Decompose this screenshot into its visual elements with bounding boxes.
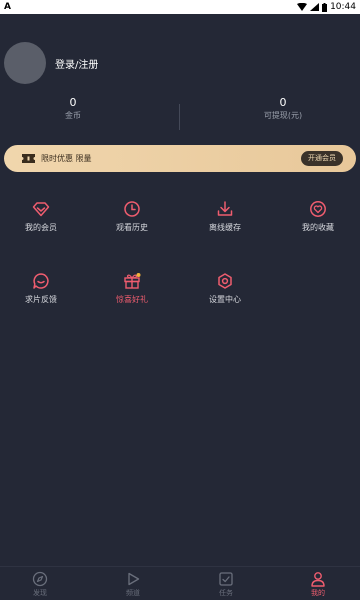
menu-label: 求片反馈	[25, 295, 57, 304]
chat-icon	[33, 273, 49, 289]
menu-surprise-gift[interactable]: 惊喜好礼	[87, 272, 177, 305]
login-register-link[interactable]: 登录/注册	[55, 56, 98, 71]
battery-icon	[322, 2, 328, 12]
coins-stat[interactable]: 0 金币	[13, 96, 133, 122]
wifi-icon	[297, 3, 308, 11]
tab-label: 任务	[219, 589, 233, 597]
user-icon	[311, 572, 325, 587]
status-time: 10:44	[330, 2, 356, 12]
tab-label: 我的	[311, 589, 325, 597]
tab-label: 发现	[33, 589, 47, 597]
menu-watch-history[interactable]: 观看历史	[87, 200, 177, 233]
clock-icon	[124, 201, 140, 217]
withdrawable-stat[interactable]: 0 可提现(元)	[223, 96, 343, 122]
coins-value: 0	[69, 96, 77, 109]
gear-icon	[218, 273, 232, 289]
menu-settings-center[interactable]: 设置中心	[180, 272, 270, 305]
tab-mine[interactable]: 我的	[273, 571, 360, 598]
bottom-tab-bar: 发现 频道 任务 我的	[0, 566, 360, 600]
diamond-icon	[32, 202, 50, 217]
menu-offline-cache[interactable]: 离线缓存	[180, 200, 270, 233]
menu-label: 我的会员	[25, 223, 57, 232]
compass-icon	[32, 571, 48, 587]
menu-request-feedback[interactable]: 求片反馈	[0, 272, 86, 305]
ticket-icon	[22, 154, 35, 163]
vip-promo-banner[interactable]: 限时优惠 限量 开通会员	[4, 145, 356, 172]
status-notification-glyph: A	[4, 2, 11, 12]
menu-my-membership[interactable]: 我的会员	[0, 200, 86, 233]
download-icon	[217, 201, 233, 216]
profile-header[interactable]: 登录/注册	[4, 42, 98, 84]
tab-label: 频道	[126, 589, 140, 597]
play-icon	[128, 572, 140, 586]
menu-label: 设置中心	[209, 295, 241, 304]
menu-my-favorites[interactable]: 我的收藏	[273, 200, 360, 233]
menu-label: 惊喜好礼	[116, 295, 148, 304]
signal-icon	[310, 3, 320, 11]
open-vip-button[interactable]: 开通会员	[301, 151, 343, 166]
avatar[interactable]	[4, 42, 46, 84]
heart-icon	[310, 201, 326, 217]
menu-label: 我的收藏	[302, 223, 334, 232]
menu-label: 离线缓存	[209, 223, 241, 232]
vip-promo-text: 限时优惠 限量	[41, 154, 92, 163]
stat-divider	[179, 104, 180, 130]
gift-icon	[124, 273, 141, 289]
menu-label: 观看历史	[116, 223, 148, 232]
coins-label: 金币	[65, 111, 81, 120]
tab-tasks[interactable]: 任务	[181, 571, 271, 598]
withdrawable-value: 0	[279, 96, 287, 109]
tab-discover[interactable]: 发现	[0, 571, 85, 598]
withdrawable-label: 可提现(元)	[263, 111, 303, 120]
status-bar: A 10:44	[0, 0, 360, 14]
task-icon	[219, 572, 233, 586]
tab-channel[interactable]: 频道	[88, 571, 178, 598]
